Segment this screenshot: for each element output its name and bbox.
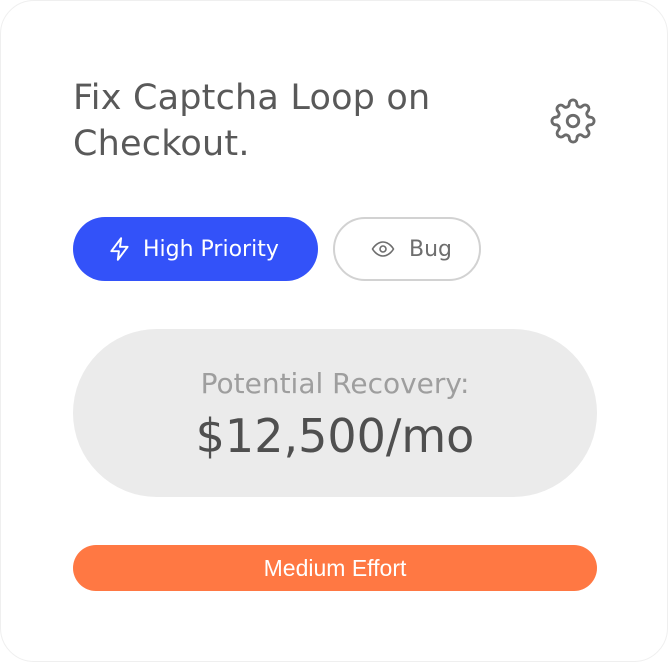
task-title: Fix Captcha Loop on Checkout. (73, 78, 431, 164)
eye-icon (367, 237, 399, 261)
high-priority-tag[interactable]: High Priority (73, 217, 318, 281)
gear-icon (550, 98, 596, 144)
recovery-value: $12,500/mo (195, 409, 475, 463)
potential-recovery-panel: Potential Recovery: $12,500/mo (73, 329, 597, 497)
bug-label: Bug (409, 236, 453, 262)
task-card: Fix Captcha Loop on Checkout. High Prior… (0, 0, 668, 662)
settings-button[interactable] (550, 98, 596, 144)
high-priority-label: High Priority (143, 236, 279, 262)
lightning-icon (107, 234, 133, 264)
effort-badge: Medium Effort (73, 545, 597, 591)
recovery-label: Potential Recovery: (200, 367, 470, 400)
bug-tag[interactable]: Bug (333, 217, 481, 281)
